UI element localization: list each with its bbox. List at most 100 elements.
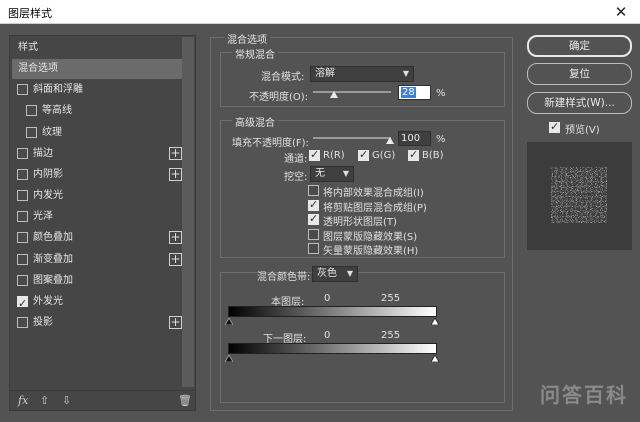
- advanced-option-checkbox[interactable]: [308, 185, 319, 196]
- style-item-checkbox[interactable]: [17, 147, 28, 159]
- style-item-checkbox[interactable]: [17, 274, 28, 286]
- underlying-layer-min: 0: [324, 330, 331, 341]
- preview-toggle[interactable]: 预览(V): [549, 120, 639, 136]
- trash-icon[interactable]: 🗑: [178, 394, 192, 407]
- style-item-label: 光泽: [33, 211, 53, 223]
- style-item-checkbox[interactable]: [26, 126, 37, 138]
- style-item-8[interactable]: 内发光: [12, 186, 182, 206]
- fill-opacity-label: 填充不透明度(F):: [232, 138, 309, 149]
- advanced-option-checkbox[interactable]: [308, 198, 319, 211]
- style-item-13[interactable]: 外发光: [12, 292, 182, 314]
- preview-checkbox[interactable]: [549, 120, 560, 133]
- channel-toggle-3[interactable]: B(B): [408, 148, 453, 163]
- move-up-icon[interactable]: ⇧: [40, 394, 49, 407]
- add-effect-icon[interactable]: +: [169, 167, 182, 181]
- advanced-option-checkbox[interactable]: [308, 243, 319, 255]
- styles-list-scrollbar[interactable]: [182, 37, 194, 387]
- style-item-12[interactable]: 图案叠加: [12, 271, 182, 291]
- blend-mode-dropdown[interactable]: 溶解 ▼: [310, 66, 414, 82]
- advanced-option-checkbox[interactable]: [308, 228, 319, 240]
- style-item-5[interactable]: 纹理: [12, 123, 182, 143]
- add-effect-icon[interactable]: +: [169, 315, 182, 329]
- style-item-2[interactable]: 混合选项: [12, 59, 182, 80]
- underlying-layer-max: 255: [381, 330, 401, 341]
- advanced-option-1[interactable]: 将内部效果混合成组(I): [308, 184, 488, 199]
- knockout-value: 无: [315, 168, 325, 179]
- style-item-checkbox[interactable]: [17, 253, 28, 265]
- channel-toggle-2[interactable]: G(G): [358, 148, 403, 163]
- underlying-layer-gradient: [228, 343, 437, 354]
- style-item-10[interactable]: 颜色叠加 +: [12, 228, 182, 248]
- style-item-checkbox[interactable]: [17, 294, 28, 314]
- watermark-text: 问答百科: [540, 383, 628, 407]
- style-item-label: 内阴影: [33, 168, 63, 180]
- add-effect-icon[interactable]: +: [169, 252, 182, 266]
- add-effect-icon[interactable]: +: [169, 146, 182, 160]
- style-item-7[interactable]: 内阴影 +: [12, 165, 182, 185]
- advanced-option-label: 透明形状图层(T): [323, 217, 397, 229]
- opacity-slider-track[interactable]: [313, 91, 391, 93]
- advanced-option-checkbox[interactable]: [308, 212, 319, 226]
- style-item-14[interactable]: 投影 +: [12, 313, 182, 333]
- style-item-checkbox[interactable]: [17, 84, 28, 96]
- move-down-icon[interactable]: ⇩: [62, 394, 71, 407]
- title-bar: 图层样式 ✕: [0, 0, 640, 24]
- advanced-option-2[interactable]: 将剪贴图层混合成组(P): [308, 198, 488, 214]
- underlying-layer-black-stop[interactable]: [225, 355, 233, 362]
- style-item-9[interactable]: 光泽: [12, 207, 182, 227]
- knockout-label: 挖空:: [284, 172, 308, 183]
- opacity-label: 不透明度(O):: [249, 92, 309, 103]
- opacity-unit: %: [436, 88, 446, 99]
- fill-opacity-slider-track[interactable]: [313, 137, 391, 139]
- style-item-checkbox[interactable]: [17, 190, 28, 202]
- channel-checkbox[interactable]: [358, 148, 369, 161]
- opacity-input[interactable]: 28: [398, 85, 431, 100]
- styles-list-toolbar: fx ⇧ ⇩ 🗑: [10, 390, 195, 410]
- chevron-down-icon: ▼: [402, 69, 409, 78]
- knockout-dropdown[interactable]: 无 ▼: [310, 166, 354, 182]
- channel-toggle-1[interactable]: R(R): [309, 148, 354, 163]
- advanced-option-3[interactable]: 透明形状图层(T): [308, 212, 488, 229]
- style-item-checkbox[interactable]: [17, 211, 28, 223]
- style-item-checkbox[interactable]: [17, 232, 28, 244]
- new-style-button[interactable]: 新建样式(W)...: [527, 92, 632, 114]
- fill-opacity-input[interactable]: 100: [398, 131, 431, 146]
- ok-button[interactable]: 确定: [527, 35, 632, 57]
- blend-if-dropdown[interactable]: 灰色 ▼: [312, 266, 358, 282]
- window-title: 图层样式: [8, 7, 52, 20]
- style-item-4[interactable]: 等高线: [12, 101, 182, 121]
- style-preview-thumbnail: [527, 142, 632, 250]
- style-item-label: 外发光: [33, 295, 63, 307]
- blend-if-label: 混合颜色带:: [257, 272, 311, 283]
- channel-checkbox[interactable]: [309, 148, 320, 161]
- opacity-slider-thumb[interactable]: [330, 91, 338, 98]
- style-item-checkbox[interactable]: [26, 105, 37, 117]
- this-layer-min: 0: [324, 293, 331, 304]
- this-layer-black-stop[interactable]: [225, 318, 233, 325]
- style-item-label: 等高线: [42, 105, 72, 117]
- underlying-layer-white-stop[interactable]: [431, 355, 439, 362]
- chevron-down-icon: ▼: [342, 169, 349, 178]
- close-button[interactable]: ✕: [608, 2, 634, 22]
- styles-list-panel: 样式 混合选项 斜面和浮雕等高线纹理 描边 + 内阴影 + 内发光光泽颜色叠加 + 渐变叠加 + 图案…: [9, 35, 196, 411]
- advanced-option-label: 矢量蒙版隐藏效果(H): [323, 246, 419, 258]
- style-item-11[interactable]: 渐变叠加 +: [12, 250, 182, 270]
- channel-checkbox[interactable]: [408, 148, 419, 161]
- general-blending-title: 常规混合: [232, 46, 278, 61]
- style-item-1[interactable]: 样式: [12, 38, 182, 58]
- style-item-3[interactable]: 斜面和浮雕: [12, 80, 182, 100]
- add-effect-icon[interactable]: +: [169, 231, 182, 245]
- style-item-6[interactable]: 描边 +: [12, 144, 182, 164]
- chevron-down-icon: ▼: [346, 269, 353, 278]
- style-item-label: 图案叠加: [33, 274, 73, 286]
- reset-button[interactable]: 复位: [527, 63, 632, 85]
- style-item-checkbox[interactable]: [17, 316, 28, 328]
- channel-label: B(B): [422, 150, 444, 161]
- fill-opacity-slider-thumb[interactable]: [386, 137, 394, 144]
- fx-icon[interactable]: fx: [18, 394, 28, 407]
- this-layer-white-stop[interactable]: [431, 318, 439, 325]
- advanced-option-5[interactable]: 矢量蒙版隐藏效果(H): [308, 242, 488, 258]
- advanced-option-4[interactable]: 图层蒙版隐藏效果(S): [308, 228, 488, 243]
- style-item-checkbox[interactable]: [17, 168, 28, 180]
- blend-options-title: 混合选项: [224, 31, 270, 46]
